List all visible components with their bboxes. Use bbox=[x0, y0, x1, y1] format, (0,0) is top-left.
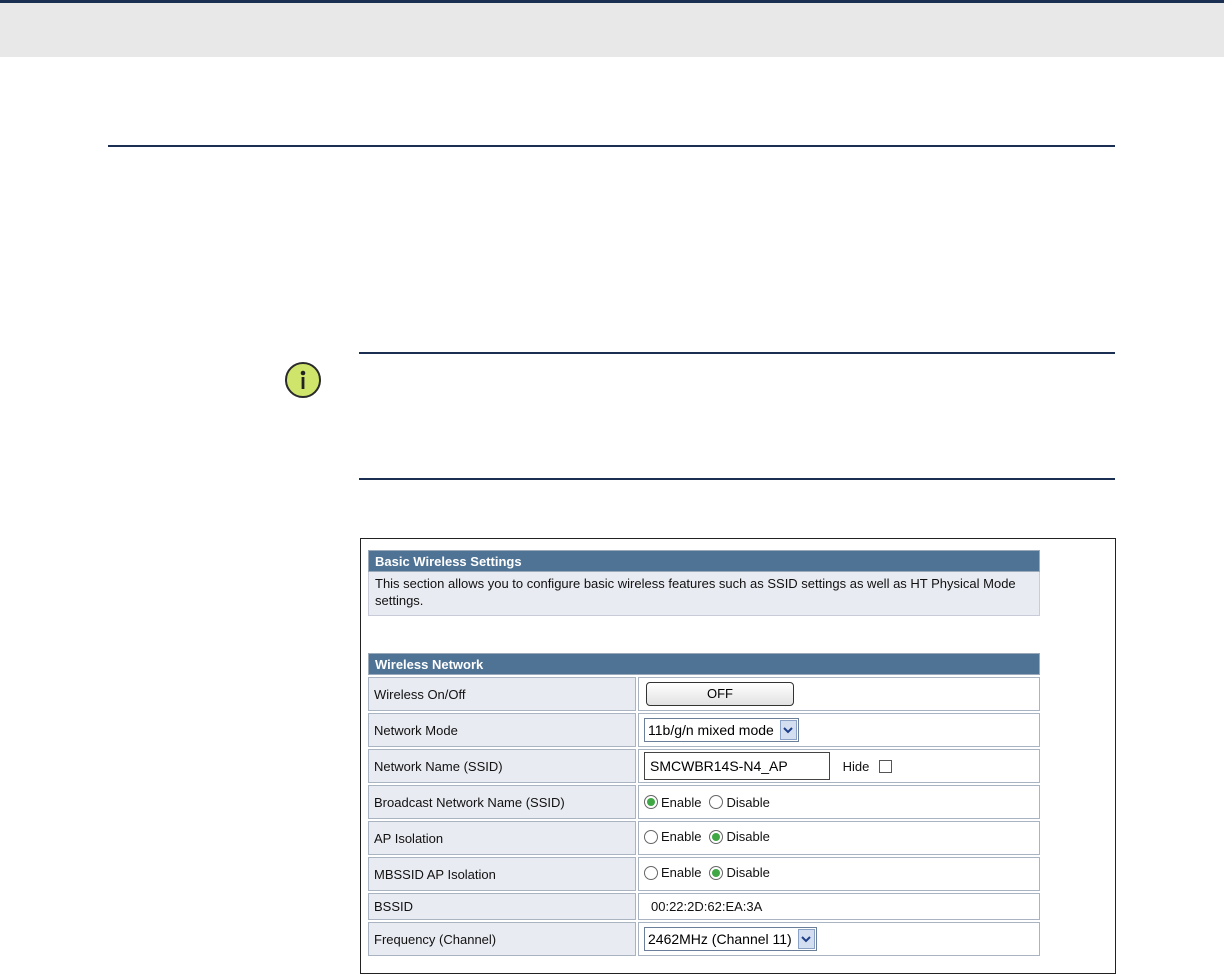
network-mode-select[interactable]: 11b/g/n mixed mode bbox=[644, 718, 799, 742]
broadcast-enable-label: Enable bbox=[661, 794, 702, 810]
frequency-value: 2462MHz (Channel 11) bbox=[648, 931, 792, 947]
broadcast-radio-group: Enable Disable bbox=[644, 795, 778, 810]
ssid-label: Network Name (SSID) bbox=[368, 749, 636, 783]
ap-isolation-enable-label: Enable bbox=[661, 829, 702, 845]
mbssid-enable-label: Enable bbox=[661, 865, 702, 881]
row-ap-isolation: AP Isolation Enable Disable bbox=[368, 821, 1040, 855]
wireless-toggle-button[interactable]: OFF bbox=[646, 682, 794, 706]
basic-settings-description: This section allows you to configure bas… bbox=[368, 572, 1040, 616]
wireless-onoff-label: Wireless On/Off bbox=[368, 677, 636, 711]
row-mbssid-isolation: MBSSID AP Isolation Enable Disable bbox=[368, 857, 1040, 891]
note-rule-top bbox=[359, 352, 1115, 354]
row-broadcast-ssid: Broadcast Network Name (SSID) Enable Dis… bbox=[368, 785, 1040, 819]
section-rule bbox=[108, 145, 1115, 147]
ap-isolation-radio-group: Enable Disable bbox=[644, 829, 778, 844]
network-mode-value: 11b/g/n mixed mode bbox=[648, 722, 774, 738]
broadcast-ssid-label: Broadcast Network Name (SSID) bbox=[368, 785, 636, 819]
network-mode-label: Network Mode bbox=[368, 713, 636, 747]
row-bssid: BSSID 00:22:2D:62:EA:3A bbox=[368, 893, 1040, 920]
frequency-label: Frequency (Channel) bbox=[368, 922, 636, 956]
broadcast-enable-radio[interactable] bbox=[644, 795, 658, 810]
row-network-mode: Network Mode 11b/g/n mixed mode bbox=[368, 713, 1040, 747]
ap-isolation-enable-radio[interactable] bbox=[644, 829, 658, 844]
info-icon bbox=[285, 362, 321, 398]
row-wireless-onoff: Wireless On/Off OFF bbox=[368, 677, 1040, 711]
hide-ssid-label: Hide bbox=[842, 758, 870, 774]
basic-wireless-panel: Basic Wireless Settings This section all… bbox=[368, 550, 1040, 616]
mbssid-enable-radio[interactable] bbox=[644, 865, 658, 880]
broadcast-disable-label: Disable bbox=[726, 794, 770, 810]
page-header-band bbox=[0, 0, 1224, 57]
broadcast-disable-radio[interactable] bbox=[709, 795, 724, 810]
ap-isolation-disable-label: Disable bbox=[726, 829, 770, 845]
bssid-label: BSSID bbox=[368, 893, 636, 920]
ap-isolation-label: AP Isolation bbox=[368, 821, 636, 855]
wireless-network-table: Wireless On/Off OFF Network Mode 11b/g/n… bbox=[366, 675, 1042, 958]
ap-isolation-disable-radio[interactable] bbox=[709, 829, 724, 844]
chevron-down-icon[interactable] bbox=[779, 720, 797, 740]
bssid-value: 00:22:2D:62:EA:3A bbox=[638, 893, 1040, 920]
mbssid-disable-radio[interactable] bbox=[709, 865, 724, 880]
basic-settings-header: Basic Wireless Settings bbox=[368, 550, 1040, 572]
row-frequency: Frequency (Channel) 2462MHz (Channel 11) bbox=[368, 922, 1040, 956]
mbssid-isolation-label: MBSSID AP Isolation bbox=[368, 857, 636, 891]
ssid-input[interactable]: SMCWBR14S-N4_AP bbox=[644, 752, 830, 780]
hide-ssid-checkbox[interactable] bbox=[879, 759, 892, 773]
mbssid-isolation-radio-group: Enable Disable bbox=[644, 865, 778, 880]
frequency-select[interactable]: 2462MHz (Channel 11) bbox=[644, 927, 817, 951]
wireless-network-header: Wireless Network bbox=[368, 653, 1040, 675]
note-rule-bottom bbox=[359, 478, 1115, 480]
row-ssid: Network Name (SSID) SMCWBR14S-N4_AP Hide bbox=[368, 749, 1040, 783]
chevron-down-icon[interactable] bbox=[797, 929, 815, 949]
wireless-network-panel: Wireless Network Wireless On/Off OFF Net… bbox=[368, 653, 1040, 958]
mbssid-disable-label: Disable bbox=[726, 865, 770, 881]
